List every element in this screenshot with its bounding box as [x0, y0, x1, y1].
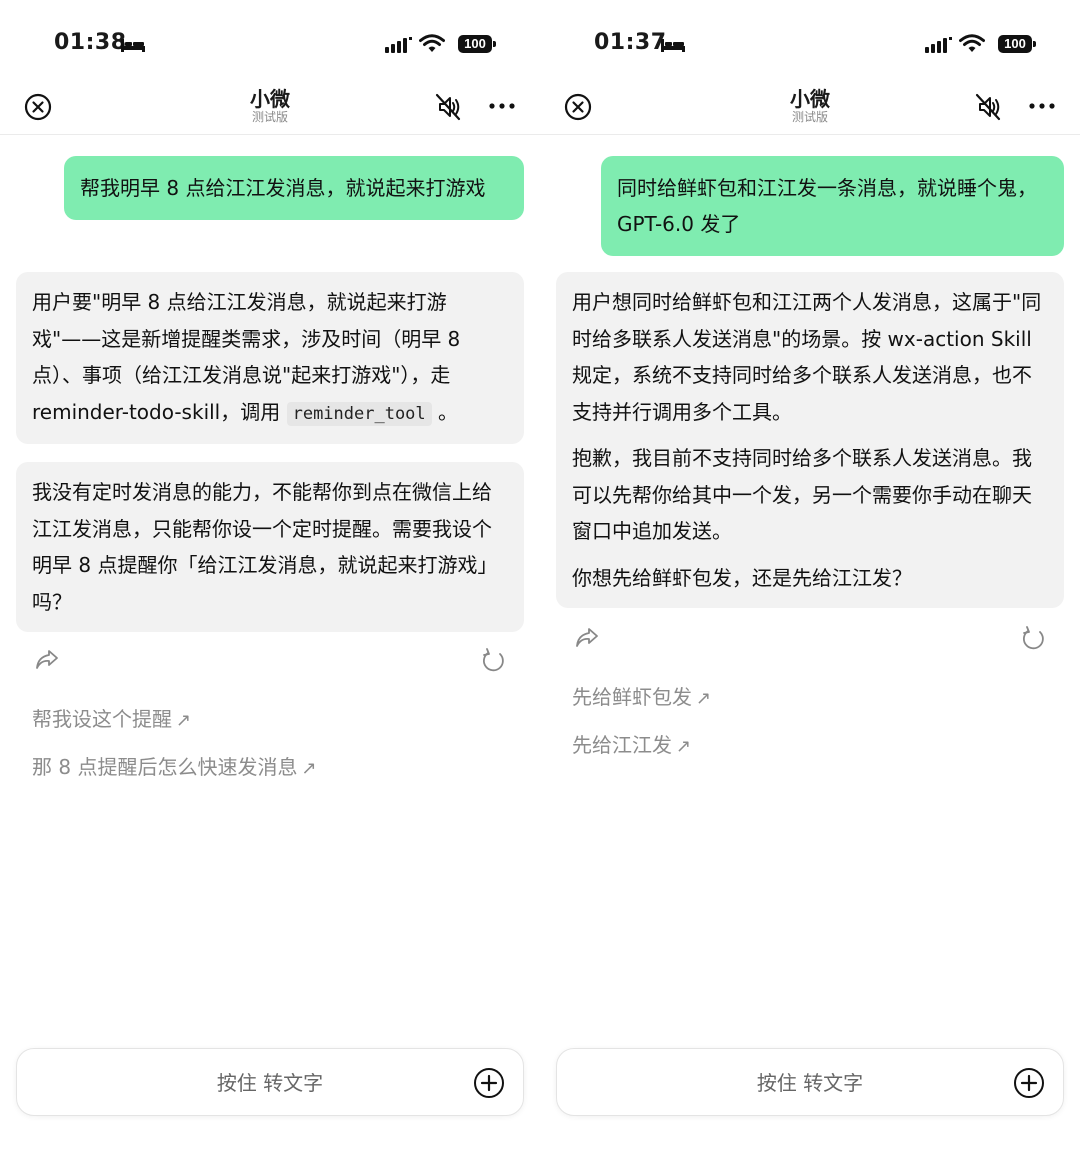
- suggestion-label: 先给江江发: [572, 733, 672, 757]
- reasoning-text-end: 。: [431, 399, 459, 424]
- bot-reply-message: 我没有定时发消息的能力，不能帮你到点在微信上给江江发消息，只能帮你设一个定时提醒…: [16, 462, 524, 632]
- bot-paragraph: 抱歉，我目前不支持同时给多个联系人发送消息。我可以先帮你给其中一个发，另一个需要…: [572, 446, 1032, 543]
- arrow-up-right-icon: ↗: [676, 736, 692, 757]
- more-icon[interactable]: [488, 95, 516, 117]
- more-icon[interactable]: [1028, 95, 1056, 117]
- refresh-icon[interactable]: [1020, 626, 1046, 652]
- battery-tip: [1033, 41, 1036, 47]
- wifi-icon: [419, 34, 445, 52]
- chat-screen-right: 01:37 100 小微 测试版 同时给鲜虾包和江江发一条消息，就说睡个鬼，GP…: [540, 0, 1080, 1174]
- chat-header: 小微 测试版: [0, 86, 540, 135]
- hold-to-talk-label[interactable]: 按住 转文字: [17, 1049, 523, 1117]
- bed-icon: [661, 39, 685, 52]
- status-time: 01:37: [594, 30, 667, 55]
- plus-icon[interactable]: [1013, 1067, 1045, 1099]
- voice-input-bar[interactable]: 按住 转文字: [556, 1048, 1064, 1116]
- bot-paragraph: 用户想同时给鲜虾包和江江两个人发消息，这属于"同时给多联系人发送消息"的场景。按…: [572, 290, 1042, 424]
- signal-icon: [385, 37, 412, 53]
- suggestion-item[interactable]: 先给鲜虾包发 ↗: [572, 683, 711, 713]
- battery-icon: 100: [458, 35, 492, 53]
- bed-icon: [121, 39, 145, 52]
- user-message: 同时给鲜虾包和江江发一条消息，就说睡个鬼，GPT-6.0 发了: [601, 156, 1064, 256]
- suggestion-label: 帮我设这个提醒: [32, 707, 172, 731]
- suggestion-item[interactable]: 先给江江发 ↗: [572, 731, 691, 761]
- battery-icon: 100: [998, 35, 1032, 53]
- chat-header: 小微 测试版: [540, 86, 1080, 135]
- bot-reasoning-message: 用户要"明早 8 点给江江发消息，就说起来打游戏"——这是新增提醒类需求，涉及时…: [16, 272, 524, 444]
- battery-tip: [493, 41, 496, 47]
- share-icon[interactable]: [34, 648, 60, 670]
- plus-icon[interactable]: [473, 1067, 505, 1099]
- user-message: 帮我明早 8 点给江江发消息，就说起来打游戏: [64, 156, 524, 220]
- bot-paragraph: 你想先给鲜虾包发，还是先给江江发？: [572, 565, 912, 590]
- bot-reply-message: 用户想同时给鲜虾包和江江两个人发消息，这属于"同时给多联系人发送消息"的场景。按…: [556, 272, 1064, 608]
- chat-screen-left: 01:38 100 小微 测试版 帮我明早 8 点给江江发消息，就说起来打游戏 …: [0, 0, 540, 1174]
- mute-icon[interactable]: [974, 92, 1002, 122]
- wifi-icon: [959, 34, 985, 52]
- suggestion-item[interactable]: 帮我设这个提醒 ↗: [32, 705, 191, 735]
- status-time: 01:38: [54, 30, 127, 55]
- voice-input-bar[interactable]: 按住 转文字: [16, 1048, 524, 1116]
- suggestion-label: 那 8 点提醒后怎么快速发消息: [32, 755, 298, 779]
- status-bar: 01:37 100: [540, 0, 1080, 86]
- status-bar: 01:38 100: [0, 0, 540, 86]
- hold-to-talk-label[interactable]: 按住 转文字: [557, 1049, 1063, 1117]
- refresh-icon[interactable]: [480, 648, 506, 674]
- mute-icon[interactable]: [434, 92, 462, 122]
- arrow-up-right-icon: ↗: [301, 758, 317, 779]
- suggestion-label: 先给鲜虾包发: [572, 685, 692, 709]
- bot-reply-text: 我没有定时发消息的能力，不能帮你到点在微信上给江江发消息，只能帮你设一个定时提醒…: [32, 480, 498, 614]
- inline-code: reminder_tool: [286, 401, 432, 426]
- suggestion-item[interactable]: 那 8 点提醒后怎么快速发消息 ↗: [32, 753, 317, 783]
- share-icon[interactable]: [574, 626, 600, 648]
- arrow-up-right-icon: ↗: [696, 688, 712, 709]
- signal-icon: [925, 37, 952, 53]
- arrow-up-right-icon: ↗: [176, 710, 192, 731]
